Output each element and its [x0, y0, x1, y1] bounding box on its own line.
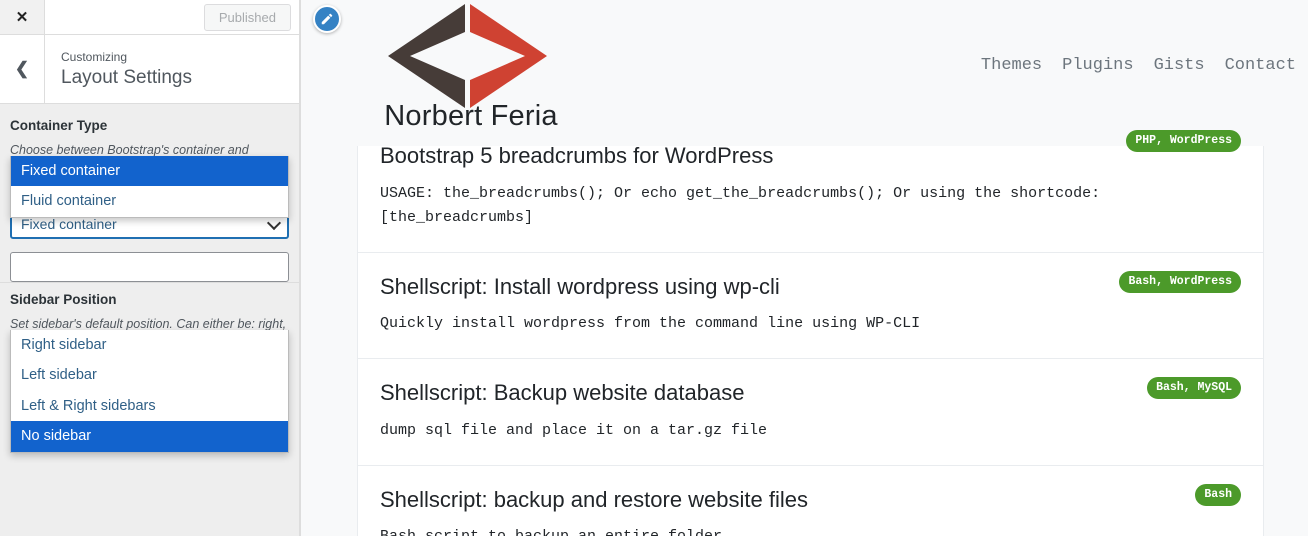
status-badge[interactable]: PHP, WordPress	[1126, 130, 1241, 153]
site-title: Norbert Feria	[384, 100, 558, 132]
status-badge[interactable]: Bash	[1195, 483, 1241, 506]
chevron-down-icon	[266, 216, 282, 231]
option-right-sidebar[interactable]: Right sidebar	[11, 330, 288, 360]
badge-group: Bash	[1195, 483, 1241, 506]
site-header: Norbert Feria Themes Plugins Gists Conta…	[301, 0, 1308, 146]
container-type-options: Fixed container Fluid container	[10, 156, 289, 218]
post-description: Bash script to backup an entire folder.	[380, 525, 1241, 536]
post-title[interactable]: Shellscript: Install wordpress using wp-…	[380, 273, 1241, 301]
nav-item-plugins[interactable]: Plugins	[1062, 56, 1133, 75]
site-preview-pane: Norbert Feria Themes Plugins Gists Conta…	[301, 0, 1308, 536]
nav-item-contact[interactable]: Contact	[1225, 56, 1296, 75]
post-title[interactable]: Shellscript: Backup website database	[380, 379, 1241, 407]
badge-group: Bash, WordPress	[1119, 270, 1241, 293]
option-no-sidebar[interactable]: No sidebar	[11, 421, 288, 452]
primary-navigation: Themes Plugins Gists Contact	[981, 56, 1296, 75]
option-left-sidebar[interactable]: Left sidebar	[11, 360, 288, 390]
sidebar-position-options: Right sidebar Left sidebar Left & Right …	[10, 330, 289, 453]
close-x-icon[interactable]: ✕	[0, 0, 45, 34]
list-item[interactable]: Bash, MySQL Shellscript: Backup website …	[358, 359, 1263, 466]
control-label: Sidebar Position	[10, 292, 117, 307]
customizer-controls: Container Type Choose between Bootstrap'…	[0, 104, 299, 536]
badge-group: PHP, WordPress	[1126, 130, 1241, 153]
list-item[interactable]: Bash, WordPress Shellscript: Install wor…	[358, 253, 1263, 359]
publish-area: Published	[45, 0, 299, 34]
control-container-type: Container Type Choose between Bootstrap'…	[10, 118, 289, 240]
option-left-right-sidebars[interactable]: Left & Right sidebars	[11, 391, 288, 421]
option-fixed-container[interactable]: Fixed container	[11, 156, 288, 187]
post-title[interactable]: Shellscript: backup and restore website …	[380, 486, 1241, 514]
pencil-edit-icon[interactable]	[313, 5, 341, 33]
screen-root: Norbert Feria Themes Plugins Gists Conta…	[0, 0, 1308, 536]
control-label: Container Type	[10, 118, 108, 133]
container-type-selected-value: Fixed container	[21, 216, 117, 233]
nav-item-gists[interactable]: Gists	[1154, 56, 1205, 75]
post-description: USAGE: the_breadcrumbs(); Or echo get_th…	[380, 184, 1101, 226]
post-description: dump sql file and place it on a tar.gz f…	[380, 421, 768, 439]
nav-item-themes[interactable]: Themes	[981, 56, 1042, 75]
panel-divider	[300, 0, 301, 536]
publish-button[interactable]: Published	[203, 3, 291, 31]
obscured-control-field[interactable]	[10, 252, 289, 282]
code-brackets-logo	[387, 4, 547, 108]
customizer-topbar: ✕ Published	[0, 0, 299, 35]
list-item[interactable]: Bash Shellscript: backup and restore web…	[358, 466, 1263, 536]
post-description: Quickly install wordpress from the comma…	[380, 315, 921, 332]
post-title[interactable]: Bootstrap 5 breadcrumbs for WordPress	[380, 142, 1241, 170]
status-badge[interactable]: Bash, WordPress	[1119, 270, 1241, 293]
status-badge[interactable]: Bash, MySQL	[1147, 377, 1241, 400]
post-list: PHP, WordPress Bootstrap 5 breadcrumbs f…	[357, 130, 1264, 536]
control-divider	[0, 282, 299, 283]
customizer-title-group: Customizing Layout Settings	[45, 35, 192, 103]
control-sidebar-position: Sidebar Position Set sidebar's default p…	[10, 292, 289, 453]
badge-group: Bash, MySQL	[1147, 377, 1241, 400]
wp-customizer-panel: ✕ Published ❮ Customizing Layout Setting…	[0, 0, 300, 536]
chevron-left-icon[interactable]: ❮	[0, 35, 45, 103]
customizer-header: ❮ Customizing Layout Settings	[0, 35, 299, 104]
option-fluid-container[interactable]: Fluid container	[11, 186, 288, 216]
page-title: Layout Settings	[61, 66, 192, 88]
site-branding[interactable]: Norbert Feria	[341, 2, 601, 131]
breadcrumb: Customizing	[61, 49, 128, 64]
list-item[interactable]: PHP, WordPress Bootstrap 5 breadcrumbs f…	[358, 130, 1263, 253]
